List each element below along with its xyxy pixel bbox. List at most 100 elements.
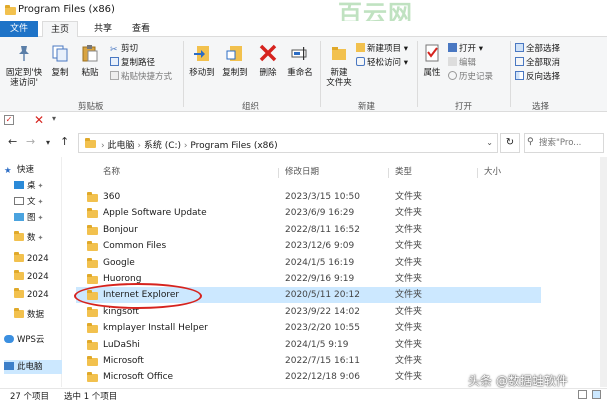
pictures-icon: [14, 213, 24, 221]
select-none-label: 全部取消: [526, 58, 561, 68]
recent-chevron-icon[interactable]: ▾: [46, 138, 50, 147]
breadcrumb-system-c[interactable]: 系统 (C:): [144, 141, 181, 151]
paste-shortcut-button[interactable]: 粘贴快捷方式: [110, 71, 172, 83]
divider: [510, 41, 511, 107]
file-name: Microsoft: [103, 356, 144, 366]
breadcrumb-this-pc[interactable]: 此电脑: [107, 141, 134, 151]
table-row[interactable]: Google 2024/1/5 16:19 文件夹: [76, 255, 541, 271]
delete-x-icon[interactable]: ✕: [34, 113, 44, 127]
rename-button[interactable]: 重命名: [283, 43, 317, 78]
column-divider[interactable]: [278, 168, 279, 178]
rename-label: 重命名: [287, 68, 313, 78]
copy-button[interactable]: 复制: [48, 43, 72, 78]
new-folder-button[interactable]: 新建 文件夹: [322, 43, 356, 88]
folder-icon: [87, 224, 98, 235]
computer-icon: [4, 362, 14, 370]
breadcrumb: › 此电脑 › 系统 (C:) › Program Files (x86): [101, 141, 278, 151]
back-arrow-icon[interactable]: ←: [8, 135, 17, 148]
properties-check-icon[interactable]: ✓: [4, 115, 14, 125]
folder-icon: [14, 308, 24, 318]
tab-share[interactable]: 共享: [86, 21, 120, 37]
nav-item-data-folder[interactable]: 数据: [4, 308, 62, 322]
column-divider[interactable]: [388, 168, 389, 178]
address-bar[interactable]: › 此电脑 › 系统 (C:) › Program Files (x86) ⌄: [78, 133, 498, 153]
file-type: 文件夹: [395, 356, 423, 366]
tab-view[interactable]: 查看: [124, 21, 158, 37]
table-row[interactable]: Bonjour 2022/8/11 16:52 文件夹: [76, 222, 541, 238]
folder-icon: [87, 339, 98, 350]
folder-icon: [5, 5, 16, 15]
paste-button[interactable]: 粘贴: [78, 43, 102, 78]
file-modified-date: 2024/1/5 9:19: [285, 339, 349, 350]
tab-home[interactable]: 主页: [42, 21, 79, 37]
column-header-type[interactable]: 类型: [395, 163, 412, 181]
pin-icon: [19, 46, 29, 61]
history-button[interactable]: 历史记录: [448, 71, 493, 83]
address-toolbar: ← → ▾ ↑ › 此电脑 › 系统 (C:) › Program Files …: [0, 130, 607, 155]
select-all-button[interactable]: 全部选择: [515, 43, 560, 55]
edit-button[interactable]: 编辑: [448, 57, 476, 69]
copy-path-label: 复制路径: [121, 58, 156, 68]
open-label: 打开 ▾: [459, 44, 483, 54]
new-item-button[interactable]: 新建项目 ▾: [356, 43, 408, 55]
properties-button[interactable]: 属性: [420, 43, 444, 78]
pin-icon: ✦: [37, 214, 44, 222]
details-view-icon[interactable]: [578, 390, 587, 399]
thumbnail-view-icon[interactable]: [592, 390, 601, 399]
breadcrumb-program-files[interactable]: Program Files (x86): [190, 141, 277, 151]
file-modified-date: 2023/12/6 9:09: [285, 241, 355, 252]
search-box[interactable]: ⚲: [524, 133, 604, 153]
column-header-size[interactable]: 大小: [484, 163, 501, 181]
nav-item-wps-cloud[interactable]: WPS云: [4, 333, 62, 347]
address-dropdown-icon[interactable]: ⌄: [486, 138, 493, 147]
paste-shortcut-label: 粘贴快捷方式: [121, 72, 173, 82]
nav-item-folder-2024-1[interactable]: 2024: [4, 252, 62, 266]
copy-path-button[interactable]: 复制路径: [110, 57, 155, 69]
properties-icon: [425, 44, 439, 62]
move-to-button[interactable]: 移动到: [186, 43, 218, 78]
easy-access-label: 轻松访问 ▾: [367, 58, 408, 68]
vertical-scrollbar[interactable]: [600, 157, 607, 387]
refresh-button[interactable]: ↻: [500, 133, 520, 153]
column-header-date[interactable]: 修改日期: [285, 163, 319, 181]
table-row[interactable]: kmplayer Install Helper 2023/2/20 10:55 文件…: [76, 320, 541, 336]
table-row[interactable]: Common Files 2023/12/6 9:09 文件夹: [76, 238, 541, 254]
folder-icon: [87, 208, 98, 219]
column-divider[interactable]: [477, 168, 478, 178]
nav-item-quick-access[interactable]: ★ 快速: [4, 163, 62, 177]
forward-arrow-icon[interactable]: →: [26, 135, 35, 148]
file-type: 文件夹: [395, 323, 423, 334]
nav-item-folder-2024-2[interactable]: 2024: [4, 270, 62, 284]
copy-to-button[interactable]: 复制到: [219, 43, 251, 78]
nav-item-folder-2024-3[interactable]: 2024: [4, 288, 62, 302]
up-arrow-icon[interactable]: ↑: [60, 135, 69, 148]
file-modified-date: 2023/9/22 14:02: [285, 306, 360, 317]
open-button[interactable]: 打开 ▾: [448, 43, 483, 55]
table-row[interactable]: LuDaShi 2024/1/5 9:19 文件夹: [76, 337, 541, 353]
table-row[interactable]: 360 2023/3/15 10:50 文件夹: [76, 189, 541, 205]
nav-item-documents[interactable]: 文 ✦: [4, 195, 62, 209]
table-row[interactable]: Microsoft 2022/7/15 16:11 文件夹: [76, 353, 541, 369]
tab-file[interactable]: 文件: [0, 21, 38, 37]
pin-quick-access-button[interactable]: 固定到'快速访问': [4, 43, 44, 88]
table-row[interactable]: Apple Software Update 2023/6/9 16:29 文件夹: [76, 205, 541, 221]
window-title: Program Files (x86): [18, 4, 115, 15]
column-header-name[interactable]: 名称: [103, 163, 120, 181]
chevron-down-icon[interactable]: ▾: [52, 114, 56, 123]
select-none-button[interactable]: 全部取消: [515, 57, 560, 69]
paste-shortcut-icon: [110, 71, 119, 80]
nav-item-this-pc[interactable]: 此电脑: [4, 360, 62, 374]
search-input[interactable]: [537, 135, 603, 151]
delete-button[interactable]: 删除: [254, 43, 282, 78]
file-modified-date: 2020/5/11 20:12: [285, 290, 360, 301]
folder-icon: [87, 372, 98, 383]
cut-button[interactable]: ✂ 剪切: [110, 43, 138, 55]
file-type: 文件夹: [395, 192, 423, 202]
move-to-icon: [194, 46, 209, 61]
nav-item-data[interactable]: 数 ✦: [4, 231, 62, 245]
invert-selection-button[interactable]: 反向选择: [515, 71, 560, 83]
nav-item-pictures[interactable]: 图 ✦: [4, 211, 62, 225]
file-list: 名称 修改日期 类型 大小 360 2023/3/15 10:50 文件夹 Apple…: [66, 163, 546, 387]
nav-item-desktop[interactable]: 桌 ✦: [4, 179, 62, 193]
easy-access-button[interactable]: 轻松访问 ▾: [356, 57, 408, 69]
